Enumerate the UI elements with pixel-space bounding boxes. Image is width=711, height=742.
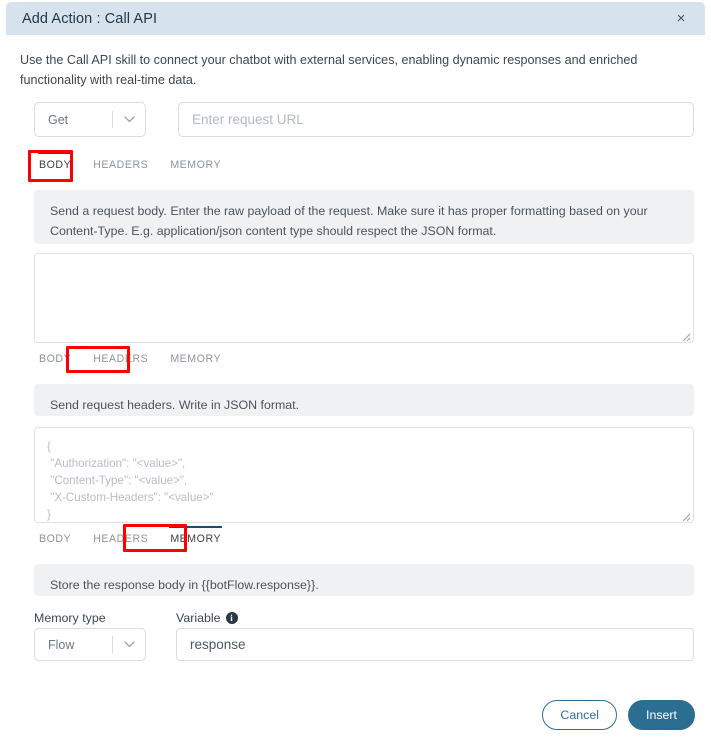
tab-body-2[interactable]: BODY xyxy=(28,346,82,369)
dialog-footer: Cancel Insert xyxy=(542,700,695,730)
tab-body[interactable]: BODY xyxy=(28,152,82,175)
http-method-value: Get xyxy=(48,112,69,127)
request-url-input[interactable] xyxy=(178,102,694,137)
variable-label: Variable i xyxy=(176,611,238,625)
chevron-down-icon-memory xyxy=(113,641,145,648)
tab-memory[interactable]: MEMORY xyxy=(159,152,232,175)
variable-input[interactable] xyxy=(176,628,694,661)
chevron-down-icon xyxy=(113,116,145,123)
tab-memory-2[interactable]: MEMORY xyxy=(159,346,232,369)
add-action-dialog: Add Action : Call API × Use the Call API… xyxy=(0,0,711,742)
request-line: Get xyxy=(34,102,694,137)
memory-type-label: Memory type xyxy=(34,611,106,625)
body-description: Send a request body. Enter the raw paylo… xyxy=(34,190,694,244)
dialog-header: Add Action : Call API × xyxy=(6,2,705,35)
tab-headers-2[interactable]: HEADERS xyxy=(82,346,159,369)
memory-type-select[interactable]: Flow xyxy=(34,628,146,661)
memory-type-label-text: Memory type xyxy=(34,611,106,625)
tabs-body-row: BODY HEADERS MEMORY xyxy=(28,152,232,175)
tabs-memory-row: BODY HEADERS MEMORY xyxy=(28,526,232,549)
memory-description: Store the response body in {{botFlow.res… xyxy=(34,564,694,596)
http-method-select[interactable]: Get xyxy=(34,102,146,137)
dialog-title: Add Action : Call API xyxy=(22,10,158,27)
tab-memory-3[interactable]: MEMORY xyxy=(159,526,232,549)
tab-body-3[interactable]: BODY xyxy=(28,526,82,549)
headers-description: Send request headers. Write in JSON form… xyxy=(34,384,694,416)
close-icon[interactable]: × xyxy=(671,9,691,29)
body-textarea[interactable] xyxy=(34,253,694,343)
headers-textarea[interactable] xyxy=(34,427,694,523)
headers-textarea-wrap xyxy=(34,427,694,523)
dialog-description: Use the Call API skill to connect your c… xyxy=(20,53,638,88)
info-icon[interactable]: i xyxy=(225,612,238,624)
cancel-button[interactable]: Cancel xyxy=(542,700,617,730)
tabs-headers-row: BODY HEADERS MEMORY xyxy=(28,346,232,369)
memory-type-value: Flow xyxy=(48,637,75,652)
variable-label-text: Variable xyxy=(176,611,221,625)
tab-headers[interactable]: HEADERS xyxy=(82,152,159,175)
tab-headers-3[interactable]: HEADERS xyxy=(82,526,159,549)
body-textarea-wrap xyxy=(34,253,694,343)
insert-button[interactable]: Insert xyxy=(628,700,695,730)
